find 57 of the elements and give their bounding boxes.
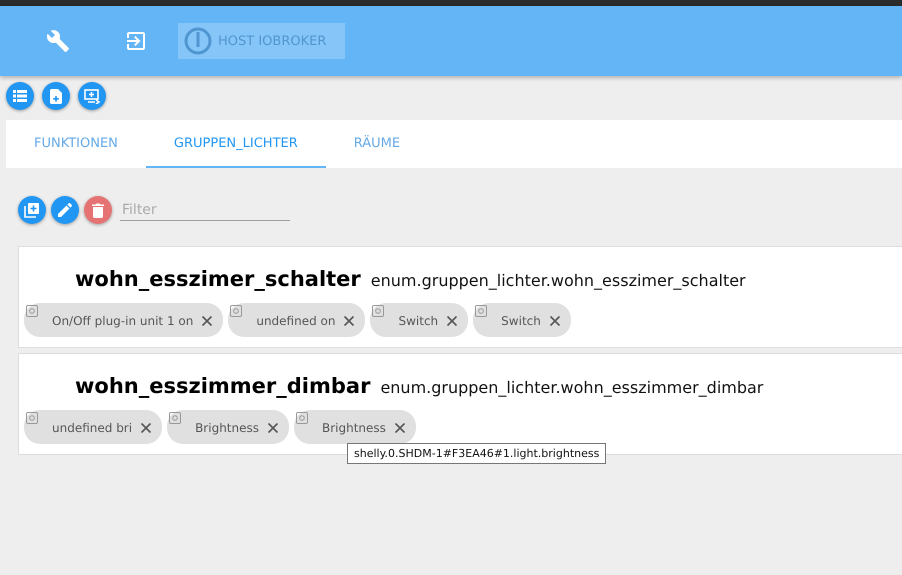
device-icon bbox=[26, 412, 38, 424]
edit-button[interactable] bbox=[51, 196, 79, 224]
exit-icon bbox=[124, 29, 148, 53]
close-icon bbox=[394, 422, 406, 434]
filter-field[interactable]: Filter bbox=[120, 200, 290, 220]
device-icon bbox=[475, 305, 488, 317]
group-id: enum.gruppen_lichter.wohn_esszimmer_dimbar bbox=[380, 378, 764, 397]
close-icon bbox=[140, 422, 152, 434]
member-label: undefined on bbox=[256, 314, 336, 328]
remove-button[interactable] bbox=[267, 422, 279, 434]
member-chip[interactable]: On/Off plug-in unit 1 on bbox=[24, 303, 224, 337]
member-label: Brightness bbox=[322, 421, 386, 435]
list-button[interactable] bbox=[6, 82, 34, 110]
group-name: wohn_esszimer_schalter bbox=[75, 267, 361, 291]
device-icon bbox=[296, 412, 308, 424]
tab[interactable]: GRUPPEN_LICHTER bbox=[146, 120, 326, 168]
remove-button[interactable] bbox=[201, 315, 214, 327]
close-icon bbox=[267, 422, 279, 434]
member-label: Switch bbox=[398, 314, 438, 328]
pencil-icon bbox=[58, 203, 72, 217]
wrench-icon bbox=[46, 29, 70, 53]
delete-button[interactable] bbox=[84, 196, 112, 224]
close-icon bbox=[446, 315, 458, 327]
member-chip[interactable]: Switch bbox=[473, 303, 571, 337]
add-group-button[interactable] bbox=[18, 196, 46, 224]
device-icon bbox=[372, 305, 384, 317]
member-label: Brightness bbox=[195, 421, 259, 435]
close-icon bbox=[548, 315, 561, 327]
remove-button[interactable] bbox=[394, 422, 406, 434]
add-box-icon bbox=[24, 202, 40, 218]
member-label: On/Off plug-in unit 1 on bbox=[52, 314, 194, 328]
list-icon bbox=[13, 90, 27, 102]
new-file-button[interactable] bbox=[42, 82, 70, 110]
member-chip[interactable]: Brightness bbox=[294, 410, 416, 444]
remove-button[interactable] bbox=[548, 315, 561, 327]
add-screen-button[interactable] bbox=[78, 82, 106, 110]
member-label: undefined bri bbox=[52, 421, 132, 435]
monitor-plus-icon bbox=[84, 88, 100, 104]
remove-button[interactable] bbox=[140, 422, 152, 434]
member-chip[interactable]: Brightness bbox=[167, 410, 289, 444]
close-icon bbox=[201, 315, 214, 327]
group-id: enum.gruppen_lichter.wohn_esszimer_schalter bbox=[370, 271, 746, 290]
device-icon bbox=[26, 305, 38, 317]
trash-icon bbox=[92, 202, 104, 218]
member-chip[interactable]: Switch bbox=[370, 303, 468, 337]
member-label: Switch bbox=[501, 314, 541, 328]
member-chip[interactable]: undefined on bbox=[228, 303, 366, 337]
group-name: wohn_esszimmer_dimbar bbox=[75, 374, 370, 398]
close-icon bbox=[343, 315, 356, 327]
device-icon bbox=[230, 305, 242, 317]
remove-button[interactable] bbox=[343, 315, 356, 327]
tooltip: shelly.0.SHDM-1#F3EA46#1.light.brightness bbox=[347, 443, 606, 464]
device-icon bbox=[169, 412, 182, 424]
member-chip[interactable]: undefined bri bbox=[24, 410, 162, 444]
file-plus-icon bbox=[50, 88, 62, 104]
remove-button[interactable] bbox=[446, 315, 458, 327]
iobroker-logo-icon bbox=[184, 27, 212, 55]
